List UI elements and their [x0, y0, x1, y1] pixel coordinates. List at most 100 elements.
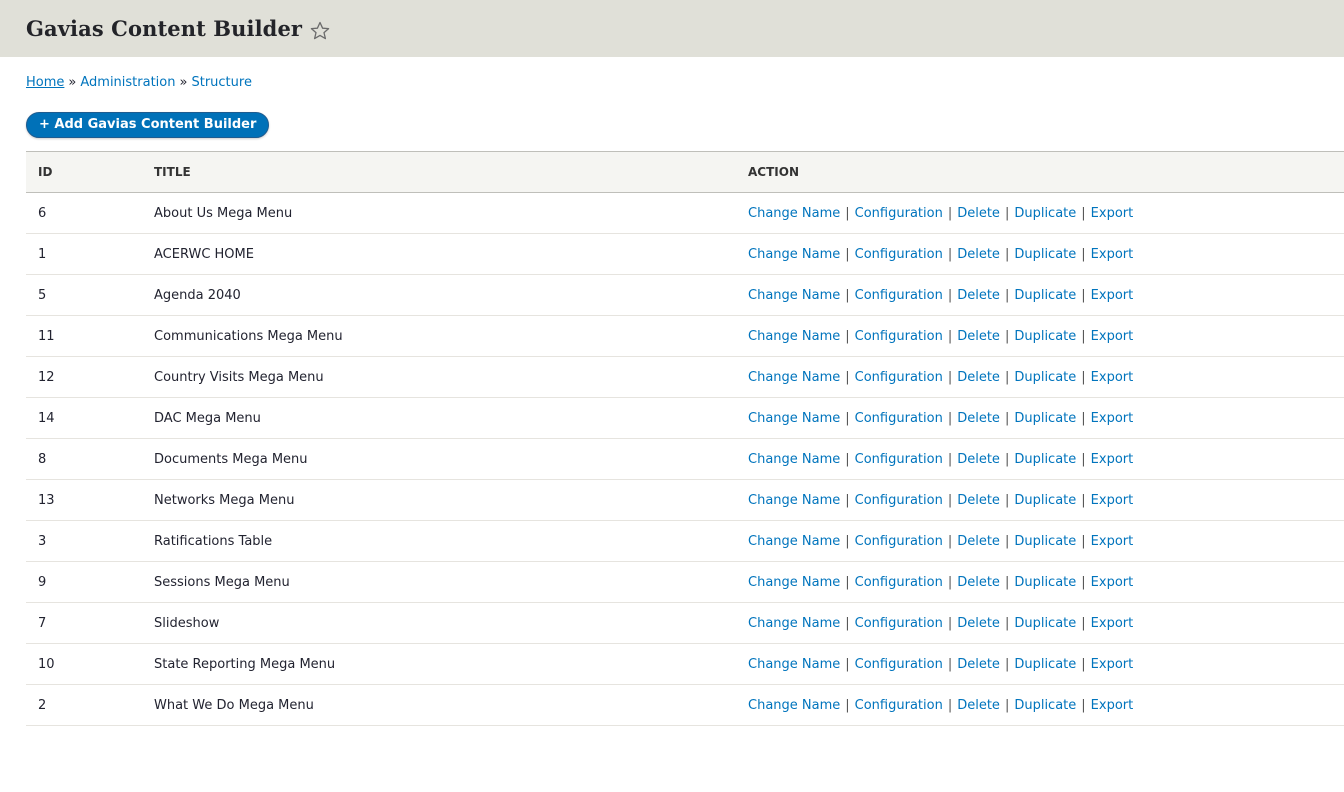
action-duplicate-link[interactable]: Duplicate [1014, 575, 1076, 590]
action-separator: | [1004, 246, 1010, 262]
action-configuration-link[interactable]: Configuration [855, 247, 943, 262]
action-export-link[interactable]: Export [1091, 288, 1134, 303]
action-configuration-link[interactable]: Configuration [855, 616, 943, 631]
action-change-name-link[interactable]: Change Name [748, 657, 840, 672]
action-configuration-link[interactable]: Configuration [855, 452, 943, 467]
action-delete-link[interactable]: Delete [957, 493, 1000, 508]
action-configuration-link[interactable]: Configuration [855, 288, 943, 303]
action-export-link[interactable]: Export [1091, 370, 1134, 385]
row-title: Country Visits Mega Menu [154, 369, 324, 385]
action-export-link[interactable]: Export [1091, 575, 1134, 590]
action-separator: | [1004, 697, 1010, 713]
action-export-link[interactable]: Export [1091, 411, 1134, 426]
action-change-name-link[interactable]: Change Name [748, 616, 840, 631]
action-export-link[interactable]: Export [1091, 534, 1134, 549]
action-change-name-link[interactable]: Change Name [748, 698, 840, 713]
action-separator: | [947, 328, 953, 344]
row-actions: Change Name | Configuration | Delete | Duplica… [736, 562, 1344, 603]
add-gavias-content-builder-button[interactable]: + Add Gavias Content Builder [26, 112, 270, 138]
action-change-name-link[interactable]: Change Name [748, 329, 840, 344]
action-separator: | [947, 287, 953, 303]
action-change-name-link[interactable]: Change Name [748, 452, 840, 467]
action-separator: | [1081, 533, 1086, 549]
action-separator: | [1081, 246, 1086, 262]
action-change-name-link[interactable]: Change Name [748, 411, 840, 426]
action-export-link[interactable]: Export [1091, 616, 1134, 631]
action-duplicate-link[interactable]: Duplicate [1014, 493, 1076, 508]
action-configuration-link[interactable]: Configuration [855, 698, 943, 713]
action-delete-link[interactable]: Delete [957, 452, 1000, 467]
action-delete-link[interactable]: Delete [957, 288, 1000, 303]
action-export-link[interactable]: Export [1091, 698, 1134, 713]
action-duplicate-link[interactable]: Duplicate [1014, 452, 1076, 467]
action-delete-link[interactable]: Delete [957, 657, 1000, 672]
row-actions: Change Name | Configuration | Delete | Duplica… [736, 644, 1344, 685]
action-separator: | [1004, 410, 1010, 426]
action-configuration-link[interactable]: Configuration [855, 534, 943, 549]
action-separator: | [1004, 574, 1010, 590]
action-export-link[interactable]: Export [1091, 206, 1134, 221]
row-title: What We Do Mega Menu [154, 697, 314, 713]
action-duplicate-link[interactable]: Duplicate [1014, 657, 1076, 672]
action-separator: | [845, 205, 850, 221]
action-delete-link[interactable]: Delete [957, 370, 1000, 385]
row-id: 3 [38, 533, 47, 549]
action-export-link[interactable]: Export [1091, 452, 1134, 467]
action-duplicate-link[interactable]: Duplicate [1014, 329, 1076, 344]
action-delete-link[interactable]: Delete [957, 698, 1000, 713]
column-header-id: ID [38, 165, 53, 179]
action-change-name-link[interactable]: Change Name [748, 247, 840, 262]
action-configuration-link[interactable]: Configuration [855, 411, 943, 426]
action-duplicate-link[interactable]: Duplicate [1014, 698, 1076, 713]
action-separator: | [1004, 615, 1010, 631]
action-delete-link[interactable]: Delete [957, 534, 1000, 549]
breadcrumb-home-link[interactable]: Home [26, 75, 64, 90]
action-separator: | [947, 369, 953, 385]
breadcrumb-structure-link[interactable]: Structure [191, 75, 251, 90]
action-separator: | [845, 533, 850, 549]
breadcrumb-separator: » [179, 75, 188, 90]
action-separator: | [845, 451, 850, 467]
action-change-name-link[interactable]: Change Name [748, 575, 840, 590]
action-delete-link[interactable]: Delete [957, 206, 1000, 221]
breadcrumb: Home» Administration» Structure [26, 75, 1344, 90]
action-change-name-link[interactable]: Change Name [748, 288, 840, 303]
row-title: Sessions Mega Menu [154, 574, 290, 590]
action-duplicate-link[interactable]: Duplicate [1014, 247, 1076, 262]
action-configuration-link[interactable]: Configuration [855, 575, 943, 590]
action-duplicate-link[interactable]: Duplicate [1014, 411, 1076, 426]
action-export-link[interactable]: Export [1091, 247, 1134, 262]
action-export-link[interactable]: Export [1091, 657, 1134, 672]
action-delete-link[interactable]: Delete [957, 575, 1000, 590]
row-actions: Change Name | Configuration | Delete | Duplica… [736, 439, 1344, 480]
action-configuration-link[interactable]: Configuration [855, 657, 943, 672]
action-duplicate-link[interactable]: Duplicate [1014, 370, 1076, 385]
action-export-link[interactable]: Export [1091, 329, 1134, 344]
action-configuration-link[interactable]: Configuration [855, 206, 943, 221]
action-change-name-link[interactable]: Change Name [748, 206, 840, 221]
action-separator: | [947, 410, 953, 426]
action-delete-link[interactable]: Delete [957, 247, 1000, 262]
action-delete-link[interactable]: Delete [957, 411, 1000, 426]
action-duplicate-link[interactable]: Duplicate [1014, 616, 1076, 631]
breadcrumb-administration-link[interactable]: Administration [80, 75, 175, 90]
action-duplicate-link[interactable]: Duplicate [1014, 288, 1076, 303]
table-row: 14 DAC Mega Menu Change Name | Configuration… [26, 398, 1344, 439]
action-separator: | [1081, 410, 1086, 426]
action-separator: | [947, 697, 953, 713]
action-duplicate-link[interactable]: Duplicate [1014, 206, 1076, 221]
action-delete-link[interactable]: Delete [957, 329, 1000, 344]
action-configuration-link[interactable]: Configuration [855, 329, 943, 344]
action-change-name-link[interactable]: Change Name [748, 493, 840, 508]
action-export-link[interactable]: Export [1091, 493, 1134, 508]
action-change-name-link[interactable]: Change Name [748, 370, 840, 385]
action-configuration-link[interactable]: Configuration [855, 370, 943, 385]
action-separator: | [845, 492, 850, 508]
action-delete-link[interactable]: Delete [957, 616, 1000, 631]
action-duplicate-link[interactable]: Duplicate [1014, 534, 1076, 549]
action-separator: | [1004, 328, 1010, 344]
star-icon[interactable] [310, 21, 330, 41]
action-separator: | [947, 451, 953, 467]
action-configuration-link[interactable]: Configuration [855, 493, 943, 508]
action-change-name-link[interactable]: Change Name [748, 534, 840, 549]
